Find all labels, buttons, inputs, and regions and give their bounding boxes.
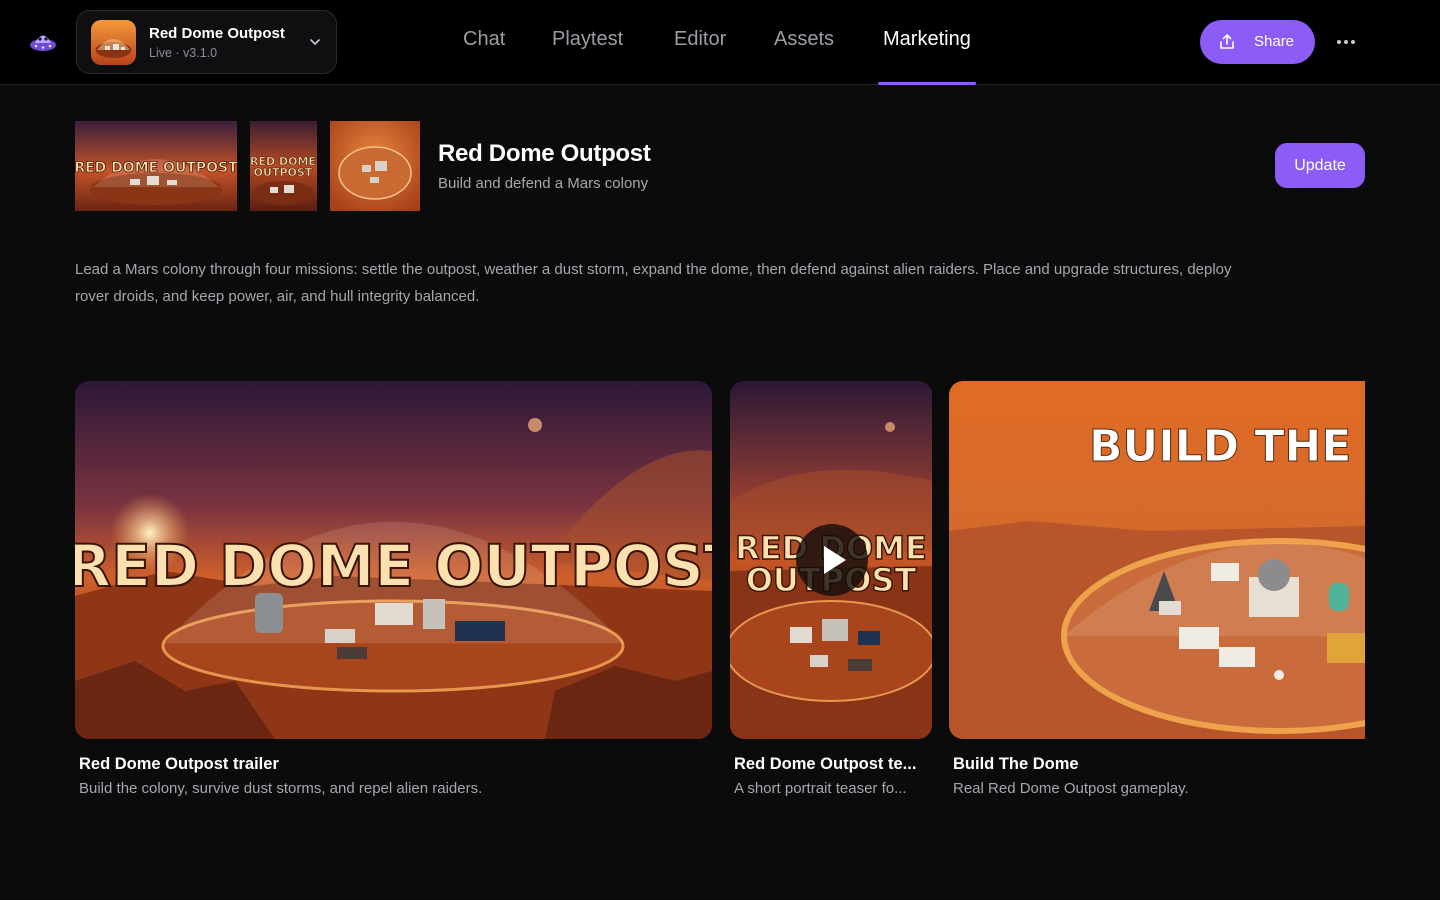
chevron-down-icon bbox=[310, 39, 320, 45]
media-thumbnail[interactable]: BUILD THE D bbox=[949, 381, 1365, 739]
project-name: Red Dome Outpost bbox=[149, 25, 285, 42]
alien-ufo-logo-icon[interactable] bbox=[28, 26, 58, 56]
game-description: Lead a Mars colony through four missions… bbox=[75, 261, 1232, 305]
tab-playtest[interactable]: Playtest bbox=[552, 28, 623, 85]
more-horizontal-icon[interactable] bbox=[1330, 30, 1362, 54]
thumbnail-title-text: RED DOME OUTPOST bbox=[75, 160, 237, 176]
media-description: A short portrait teaser fo... bbox=[734, 780, 907, 797]
share-label: Share bbox=[1254, 33, 1295, 50]
play-icon bbox=[824, 546, 846, 574]
media-description: Build the colony, survive dust storms, a… bbox=[79, 780, 483, 797]
share-button[interactable]: Share bbox=[1200, 20, 1315, 64]
tab-marketing[interactable]: Marketing bbox=[878, 28, 976, 85]
build-dome-overlay-text: BUILD THE D bbox=[1089, 421, 1365, 472]
active-tab-indicator bbox=[878, 82, 976, 85]
update-button[interactable]: Update bbox=[1275, 143, 1365, 188]
trailer-overlay-title: RED DOME OUTPOST bbox=[75, 532, 712, 600]
thumbnail-landscape[interactable]: RED DOME OUTPOST bbox=[75, 121, 237, 211]
tab-editor[interactable]: Editor bbox=[674, 28, 726, 85]
media-description: Real Red Dome Outpost gameplay. bbox=[953, 780, 1189, 797]
media-title: Build The Dome bbox=[953, 755, 1079, 773]
project-status: Live · v3.1.0 bbox=[149, 46, 218, 60]
media-thumbnail[interactable]: RED DOME OUTPOST bbox=[75, 381, 712, 739]
tab-chat[interactable]: Chat bbox=[463, 28, 505, 85]
thumbnail-square[interactable] bbox=[330, 121, 420, 211]
project-thumbnail bbox=[91, 20, 136, 65]
media-thumbnail[interactable]: RED DOME OUTPOST bbox=[730, 381, 932, 739]
thumbnail-portrait[interactable]: RED DOME OUTPOST bbox=[250, 121, 317, 211]
project-switcher[interactable]: Red Dome Outpost Live · v3.1.0 bbox=[76, 10, 337, 74]
game-title: Red Dome Outpost bbox=[438, 140, 651, 167]
tab-assets[interactable]: Assets bbox=[774, 28, 834, 85]
top-bar: Red Dome Outpost Live · v3.1.0 Chat Play… bbox=[0, 0, 1440, 85]
media-title: Red Dome Outpost te... bbox=[734, 755, 917, 773]
share-icon bbox=[1220, 34, 1234, 49]
game-subtitle: Build and defend a Mars colony bbox=[438, 175, 649, 192]
thumbnail-title-line-2: OUTPOST bbox=[254, 166, 313, 179]
media-title: Red Dome Outpost trailer bbox=[79, 755, 279, 773]
play-button[interactable] bbox=[796, 524, 868, 596]
